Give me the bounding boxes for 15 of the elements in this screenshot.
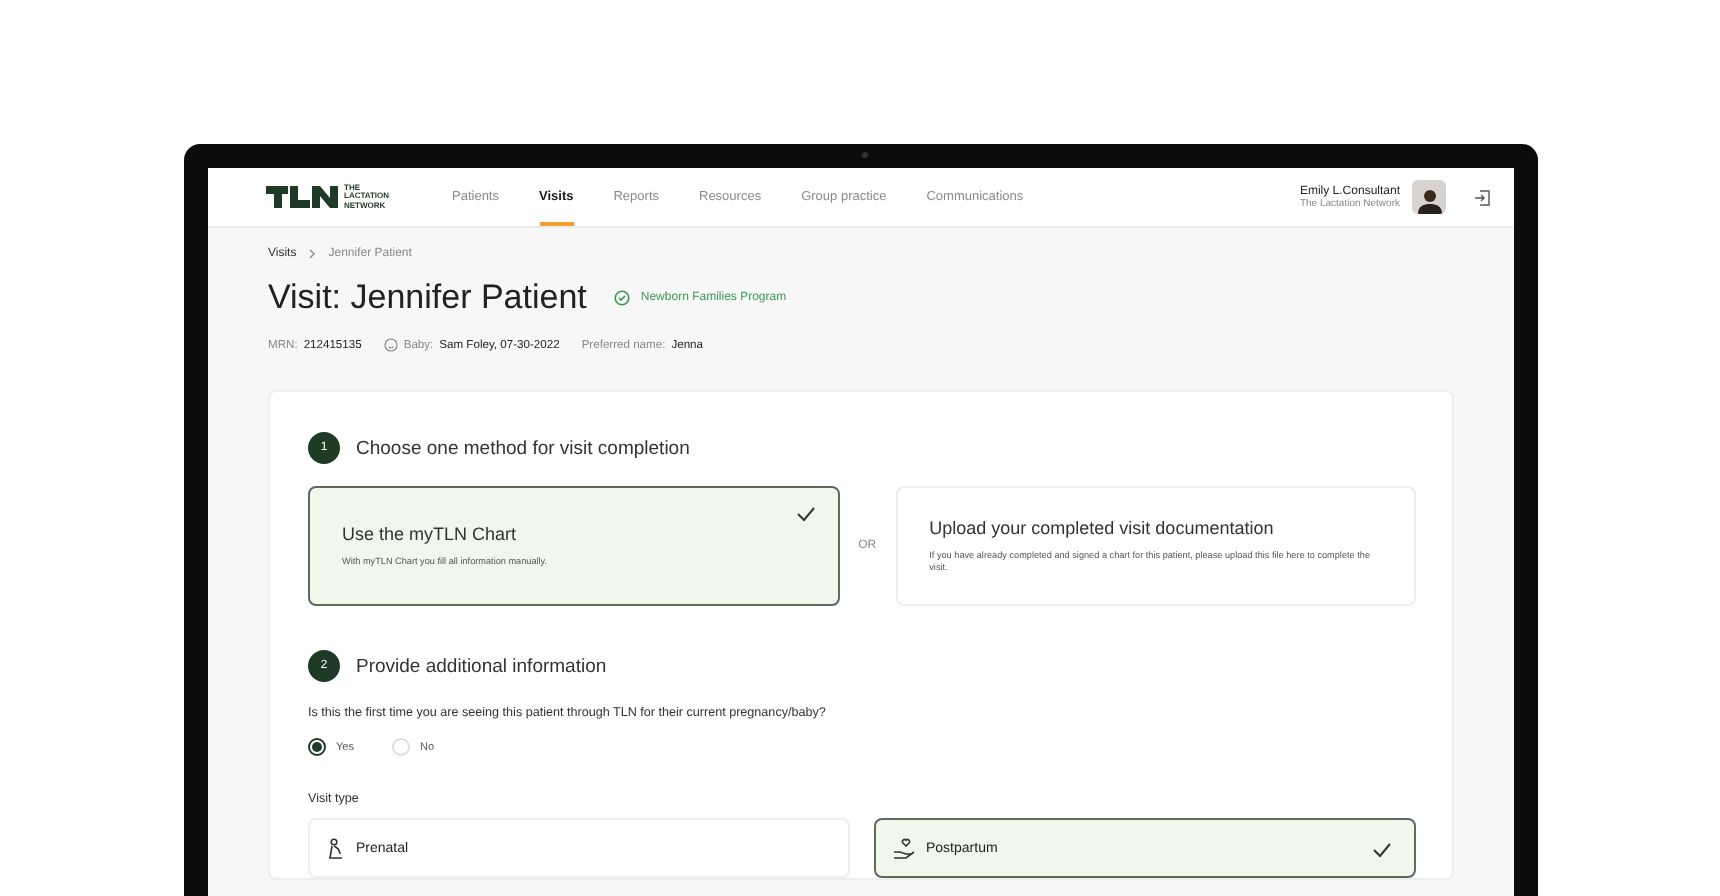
step-title: Choose one method for visit completion [356,437,690,459]
check-icon [1372,842,1392,858]
check-circle-icon [614,290,631,306]
radio-button[interactable] [308,738,326,756]
avatar-silhouette[interactable] [1412,180,1446,214]
person-icon [326,837,346,859]
chevron-right-icon [308,248,317,260]
step-title: Provide additional information [356,655,607,677]
baby-face-icon [383,338,398,352]
camera-dot [861,152,867,158]
logo-mark-icon [266,186,338,208]
check-icon [795,506,816,522]
page-title: Visit: Jennifer Patient [268,278,587,318]
logout-icon[interactable] [1474,189,1490,205]
hand-heart-icon [892,837,916,859]
